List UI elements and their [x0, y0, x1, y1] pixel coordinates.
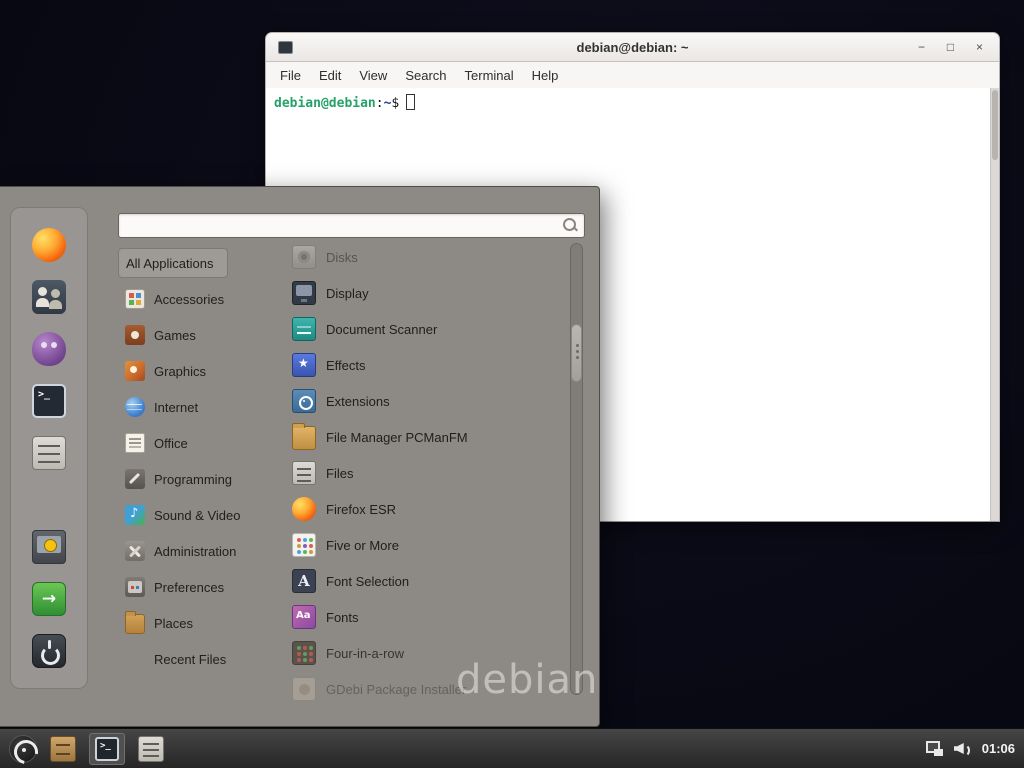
category-all-applications[interactable]: All Applications	[118, 248, 228, 278]
network-icon[interactable]	[926, 741, 943, 756]
terminal-menubar: File Edit View Search Terminal Help	[265, 62, 1000, 88]
extensions-icon	[292, 389, 316, 413]
app-item-effects[interactable]: Effects	[283, 347, 570, 383]
users-icon[interactable]	[32, 280, 66, 314]
app-item-disks[interactable]: Disks	[283, 239, 570, 275]
system-tray: 01:06	[926, 741, 1015, 756]
app-item-document-scanner[interactable]: Document Scanner	[283, 311, 570, 347]
window-controls: − □ ×	[914, 40, 999, 54]
mascot-app-icon[interactable]	[32, 332, 66, 366]
terminal-cursor	[406, 94, 415, 110]
category-programming[interactable]: Programming	[118, 461, 282, 497]
lock-screen-icon[interactable]	[32, 530, 66, 564]
category-accessories[interactable]: Accessories	[118, 281, 282, 317]
file-drawers-icon[interactable]	[32, 436, 66, 470]
close-button[interactable]: ×	[972, 40, 987, 54]
file-cabinet-launcher-icon[interactable]	[50, 736, 76, 762]
gdebi-icon	[292, 677, 316, 701]
terminal-taskbar-button[interactable]	[89, 733, 125, 765]
font-selection-icon	[292, 569, 316, 593]
desktop: debian@debian: ~ − □ × File Edit View Se…	[0, 0, 1024, 768]
search-input[interactable]	[119, 214, 562, 237]
category-games[interactable]: Games	[118, 317, 282, 353]
category-internet[interactable]: Internet	[118, 389, 282, 425]
menu-file[interactable]: File	[271, 65, 310, 86]
app-item-files[interactable]: Files	[283, 455, 570, 491]
terminal-launcher-icon	[95, 737, 119, 761]
category-graphics[interactable]: Graphics	[118, 353, 282, 389]
terminal-scrollbar-thumb[interactable]	[992, 90, 998, 160]
app-item-firefox-esr[interactable]: Firefox ESR	[283, 491, 570, 527]
prompt: debian@debian:~$	[274, 96, 399, 111]
display-icon	[292, 281, 316, 305]
five-or-more-icon	[292, 533, 316, 557]
app-list-scrollbar[interactable]	[570, 243, 583, 695]
document-scanner-icon	[292, 317, 316, 341]
menu-button-icon[interactable]	[9, 735, 37, 763]
folder-icon	[292, 426, 316, 450]
firefox-icon[interactable]	[32, 228, 66, 262]
accessories-icon	[125, 289, 145, 309]
effects-icon	[292, 353, 316, 377]
shutdown-icon[interactable]	[32, 634, 66, 668]
category-sound-video[interactable]: Sound & Video	[118, 497, 282, 533]
sound-video-icon	[125, 505, 145, 525]
taskbar: 01:06	[0, 728, 1024, 768]
category-office[interactable]: Office	[118, 425, 282, 461]
category-preferences[interactable]: Preferences	[118, 569, 282, 605]
maximize-button[interactable]: □	[943, 40, 958, 54]
internet-icon	[125, 397, 145, 417]
favorites-panel	[10, 207, 88, 689]
terminal-titlebar[interactable]: debian@debian: ~ − □ ×	[265, 32, 1000, 62]
menu-search[interactable]: Search	[396, 65, 455, 86]
preferences-icon	[125, 577, 145, 597]
menu-search-box	[118, 213, 585, 238]
graphics-icon	[125, 361, 145, 381]
games-icon	[125, 325, 145, 345]
clock[interactable]: 01:06	[982, 741, 1015, 756]
fonts-icon	[292, 605, 316, 629]
file-drawers-icon	[292, 461, 316, 485]
search-icon	[562, 217, 579, 234]
menu-help[interactable]: Help	[523, 65, 568, 86]
application-menu: All Applications Accessories Games Graph…	[0, 186, 600, 727]
four-in-a-row-icon	[292, 641, 316, 665]
volume-icon[interactable]	[954, 741, 971, 756]
files-launcher-icon[interactable]	[138, 736, 164, 762]
programming-icon	[125, 469, 145, 489]
app-item-fonts[interactable]: Fonts	[283, 599, 570, 635]
app-item-display[interactable]: Display	[283, 275, 570, 311]
administration-icon	[125, 541, 145, 561]
terminal-scrollbar[interactable]	[990, 88, 999, 521]
app-item-font-selection[interactable]: Font Selection	[283, 563, 570, 599]
app-item-five-or-more[interactable]: Five or More	[283, 527, 570, 563]
app-item-file-manager-pcmanfm[interactable]: File Manager PCManFM	[283, 419, 570, 455]
app-list-scrollbar-thumb[interactable]	[571, 324, 582, 382]
terminal-titlebar-icon	[278, 41, 293, 54]
category-administration[interactable]: Administration	[118, 533, 282, 569]
terminal-icon[interactable]	[32, 384, 66, 418]
prompt-user-host: debian@debian	[274, 96, 376, 111]
firefox-icon	[292, 497, 316, 521]
places-icon	[125, 614, 145, 634]
app-item-extensions[interactable]: Extensions	[283, 383, 570, 419]
disks-icon	[292, 245, 316, 269]
minimize-button[interactable]: −	[914, 40, 929, 54]
application-list: Disks Display Document Scanner Effects E…	[283, 239, 570, 707]
menu-terminal[interactable]: Terminal	[456, 65, 523, 86]
terminal-window-title: debian@debian: ~	[266, 40, 999, 55]
app-item-four-in-a-row[interactable]: Four-in-a-row	[283, 635, 570, 671]
office-icon	[125, 433, 145, 453]
menu-edit[interactable]: Edit	[310, 65, 350, 86]
category-places[interactable]: Places	[118, 605, 282, 641]
menu-view[interactable]: View	[350, 65, 396, 86]
category-list: All Applications Accessories Games Graph…	[118, 245, 282, 677]
logout-icon[interactable]	[32, 582, 66, 616]
category-recent-files[interactable]: Recent Files	[118, 641, 282, 677]
app-item-gdebi[interactable]: GDebi Package Installer	[283, 671, 570, 707]
recent-files-icon	[125, 649, 145, 669]
